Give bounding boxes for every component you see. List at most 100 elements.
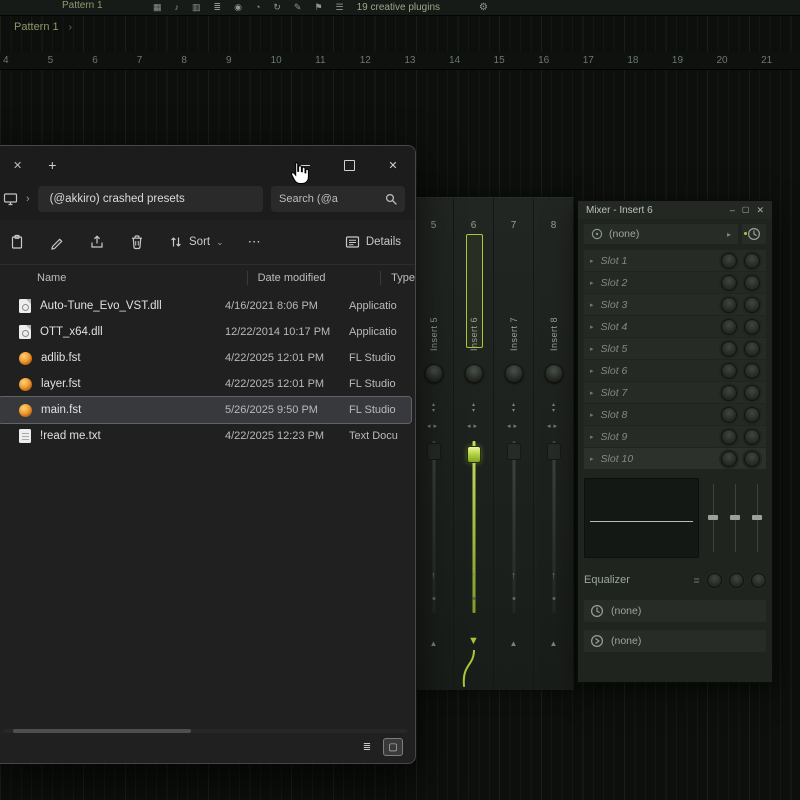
pattern-name[interactable]: Pattern 1 [14, 21, 59, 33]
maximize-icon[interactable]: ▢ [742, 201, 750, 219]
slot-arrow-icon[interactable]: ▸ [590, 345, 594, 353]
loop-icon[interactable]: ↻ [273, 0, 281, 15]
eq-band-slider-low[interactable] [706, 482, 720, 554]
slot-arrow-icon[interactable]: ▸ [590, 433, 594, 441]
delay-compensation-button[interactable] [742, 224, 766, 244]
nudge-down-icon[interactable]: ▾ [534, 408, 573, 414]
slot-arrow-icon[interactable]: ▸ [590, 455, 594, 463]
eq-curve-display[interactable] [584, 478, 699, 558]
pattern-label-row[interactable]: Pattern 1 › [14, 21, 72, 33]
effect-slot-5[interactable]: ▸Slot 5 [584, 338, 766, 359]
slot-enable-knob[interactable] [744, 407, 760, 423]
effect-slot-8[interactable]: ▸Slot 8 [584, 404, 766, 425]
file-row[interactable]: adlib.fst 4/22/2025 12:01 PM FL Studio [0, 345, 411, 371]
metronome-icon[interactable]: ◔ [255, 0, 260, 15]
effect-slot-3[interactable]: ▸Slot 3 [584, 294, 766, 315]
volume-fader-handle[interactable] [507, 443, 521, 460]
eq-freq-knob-high[interactable] [751, 573, 766, 588]
share-button[interactable] [89, 234, 105, 250]
slot-enable-knob[interactable] [744, 341, 760, 357]
column-header-name[interactable]: Name [19, 272, 247, 284]
route-up-icon[interactable]: ↑ [534, 570, 573, 580]
slot-arrow-icon[interactable]: ▸ [590, 389, 594, 397]
list-view-button[interactable]: ≣ [358, 739, 376, 755]
effect-slot-10[interactable]: ▸Slot 10 [584, 448, 766, 469]
eq-freq-knob-mid[interactable] [729, 573, 744, 588]
slot-mix-knob[interactable] [721, 341, 737, 357]
stereo-right-icon[interactable]: ▸ [474, 423, 481, 430]
slot-arrow-icon[interactable]: ▸ [590, 411, 594, 419]
search-input[interactable]: Search (@a [271, 186, 405, 212]
slot-enable-knob[interactable] [744, 275, 760, 291]
minimize-icon[interactable]: – [730, 201, 735, 219]
grid-icon[interactable]: ▥ [192, 0, 201, 15]
nudge-down-icon[interactable]: ▾ [494, 408, 533, 414]
breadcrumb[interactable]: (@akkiro) crashed presets [38, 186, 263, 212]
eq-band-slider-high[interactable] [750, 482, 764, 554]
slot-mix-knob[interactable] [721, 319, 737, 335]
column-header-type[interactable]: Type [380, 271, 415, 285]
volume-fader-track[interactable] [472, 441, 475, 613]
note-icon[interactable]: ♪ [175, 0, 180, 15]
list-icon[interactable]: ≣ [214, 0, 222, 15]
pan-knob[interactable] [464, 364, 483, 383]
file-row[interactable]: OTT_x64.dll 12/22/2014 10:17 PM Applicat… [0, 319, 411, 345]
volume-fader-track[interactable] [512, 441, 515, 613]
slot-enable-knob[interactable] [744, 253, 760, 269]
stereo-right-icon[interactable]: ▸ [514, 423, 521, 430]
volume-fader-track[interactable] [432, 441, 435, 613]
view-details-button[interactable]: Details [345, 235, 401, 249]
slot-mix-knob[interactable] [721, 429, 737, 445]
window-minimize-button[interactable] [283, 146, 327, 184]
pan-knob[interactable] [504, 364, 523, 383]
route-up-icon[interactable]: ↑ [414, 570, 453, 580]
effect-slot-1[interactable]: ▸Slot 1 [584, 250, 766, 271]
close-icon[interactable]: ✕ [756, 201, 764, 219]
stereo-right-icon[interactable]: ▸ [554, 423, 561, 430]
horizontal-scrollbar-thumb[interactable] [13, 729, 191, 733]
eq-freq-knob-low[interactable] [707, 573, 722, 588]
mixer-strip-insert-5[interactable]: 5 Insert 5 ▴▾ ◂▸ ↑ ▲ [414, 198, 454, 690]
file-list-header[interactable]: Name Date modified Type [0, 265, 415, 291]
mixer-strip-insert-6[interactable]: 6 Insert 6 ▴▾ ◂▸ ↑ ▼ [454, 198, 494, 690]
new-tab-button[interactable]: + [48, 157, 56, 173]
volume-fader-handle[interactable] [547, 443, 561, 460]
volume-fader-track[interactable] [552, 441, 555, 613]
nudge-down-icon[interactable]: ▾ [414, 408, 453, 414]
window-maximize-button[interactable] [327, 146, 371, 184]
route-active-icon[interactable]: ▼ [454, 635, 493, 647]
route-up-icon[interactable]: ↑ [454, 570, 493, 580]
pan-knob[interactable] [544, 364, 563, 383]
slot-arrow-icon[interactable]: ▸ [590, 279, 594, 287]
new-item-button[interactable] [9, 234, 25, 250]
mixer-panel-titlebar[interactable]: Mixer - Insert 6 – ▢ ✕ [578, 201, 772, 219]
more-options-button[interactable]: ⋯ [248, 234, 262, 250]
column-header-date[interactable]: Date modified [247, 271, 381, 285]
delete-button[interactable] [129, 234, 145, 250]
slot-enable-knob[interactable] [744, 363, 760, 379]
route-toggle-icon[interactable]: ▲ [534, 639, 573, 648]
image-icon[interactable]: ▦ [153, 0, 162, 15]
explorer-tab-bar[interactable]: ✕ + ✕ [0, 146, 415, 184]
record-icon[interactable]: ◉ [234, 0, 242, 15]
mixer-strip-insert-7[interactable]: 7 Insert 7 ▴▾ ◂▸ ↑ ▲ [494, 198, 534, 690]
eq-menu-icon[interactable]: ≣ [693, 576, 700, 585]
gear-icon[interactable]: ⚙ [479, 0, 488, 15]
sort-button[interactable]: Sort ⌄ [169, 235, 224, 249]
effect-slot-4[interactable]: ▸Slot 4 [584, 316, 766, 337]
pattern-selector[interactable]: Pattern 1 [62, 0, 140, 15]
slot-arrow-icon[interactable]: ▸ [590, 367, 594, 375]
file-row[interactable]: layer.fst 4/22/2025 12:01 PM FL Studio [0, 371, 411, 397]
chevron-right-icon[interactable]: › [26, 193, 30, 205]
eq-band-slider-mid[interactable] [728, 482, 742, 554]
route-up-icon[interactable]: ↑ [494, 570, 533, 580]
flag-icon[interactable]: ⚑ [314, 0, 322, 15]
effect-slot-7[interactable]: ▸Slot 7 [584, 382, 766, 403]
volume-fader-handle[interactable] [427, 443, 441, 460]
slot-enable-knob[interactable] [744, 319, 760, 335]
nudge-down-icon[interactable]: ▾ [454, 408, 493, 414]
thumbnail-view-button[interactable]: ▢ [383, 738, 403, 756]
time-slot-row[interactable]: (none) [584, 600, 766, 622]
slot-enable-knob[interactable] [744, 385, 760, 401]
route-toggle-icon[interactable]: ▲ [494, 639, 533, 648]
